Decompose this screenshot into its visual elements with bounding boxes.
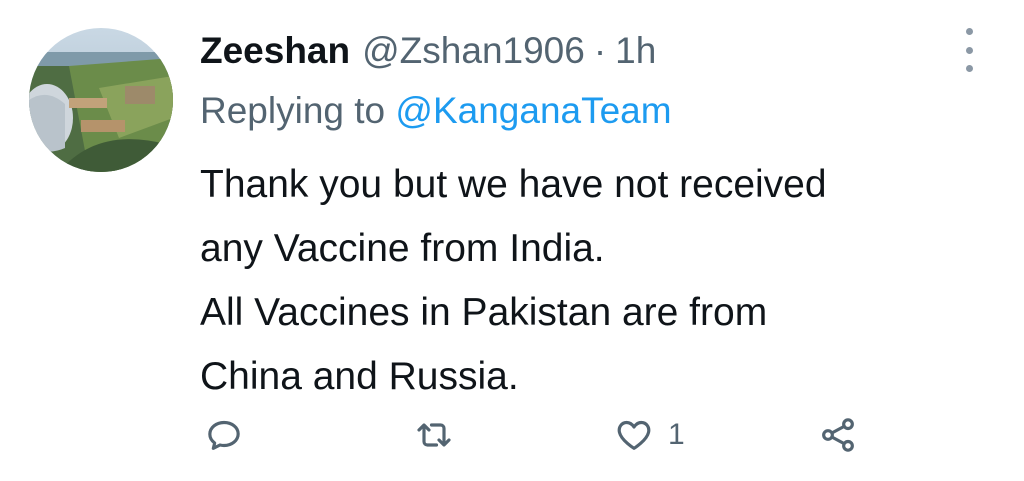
- action-bar: 1: [0, 405, 1024, 465]
- tweet-text-line: Thank you but we have not received: [200, 163, 827, 206]
- avatar-image: [29, 28, 173, 172]
- tweet-header: Zeeshan @Zshan1906 · 1h: [200, 26, 656, 76]
- replying-to-handle[interactable]: @KanganaTeam: [395, 90, 671, 131]
- display-name[interactable]: Zeeshan: [200, 26, 350, 76]
- like-button[interactable]: 1: [614, 413, 685, 457]
- like-count: 1: [668, 418, 685, 451]
- share-button[interactable]: [818, 413, 858, 457]
- user-handle[interactable]: @Zshan1906: [362, 26, 585, 76]
- separator-dot: ·: [593, 30, 607, 71]
- more-vertical-icon[interactable]: [954, 28, 984, 72]
- heart-icon: [617, 420, 651, 450]
- replying-to-label: Replying to: [200, 90, 386, 131]
- tweet-text: Thank you but we have not received any V…: [200, 153, 980, 409]
- tweet-text-line: any Vaccine from India.: [200, 227, 605, 270]
- comment-icon: [208, 420, 240, 450]
- tweet[interactable]: Zeeshan @Zshan1906 · 1h Replying to @Kan…: [0, 0, 1024, 481]
- tweet-text-line: All Vaccines in Pakistan are from: [200, 291, 768, 334]
- reply-button[interactable]: [204, 413, 244, 457]
- retweet-icon: [417, 423, 451, 447]
- replying-to: Replying to @KanganaTeam: [200, 86, 672, 136]
- share-icon: [822, 418, 854, 452]
- avatar[interactable]: [29, 28, 173, 172]
- retweet-button[interactable]: [414, 413, 454, 457]
- tweet-text-line: China and Russia.: [200, 355, 519, 398]
- timestamp[interactable]: 1h: [615, 26, 656, 76]
